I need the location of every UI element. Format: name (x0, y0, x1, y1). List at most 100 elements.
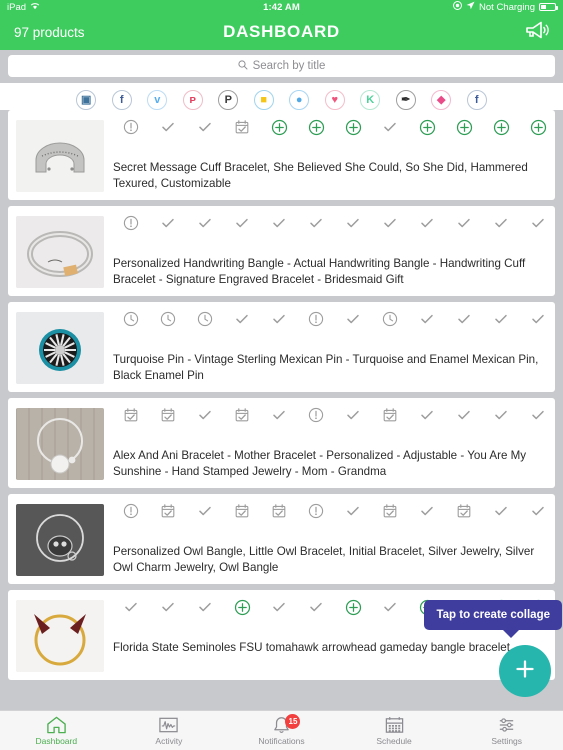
check-status-icon[interactable] (342, 404, 364, 426)
check-status-icon[interactable] (157, 116, 179, 138)
check-status-icon[interactable] (194, 116, 216, 138)
check-status-icon[interactable] (527, 308, 549, 330)
clock-status-icon[interactable] (157, 308, 179, 330)
product-card[interactable]: Secret Message Cuff Bracelet, She Believ… (8, 110, 555, 200)
check-status-icon[interactable] (379, 212, 401, 234)
check-status-icon[interactable] (416, 308, 438, 330)
plus-status-icon[interactable] (527, 116, 549, 138)
tab-activity[interactable]: Activity (113, 715, 226, 746)
calendar-status-icon[interactable] (379, 404, 401, 426)
tab-label: Settings (491, 736, 523, 746)
plus-status-icon[interactable] (490, 116, 512, 138)
check-status-icon[interactable] (527, 404, 549, 426)
calendar-status-icon[interactable] (157, 404, 179, 426)
check-status-icon[interactable] (490, 404, 512, 426)
calendar-status-icon[interactable] (453, 500, 475, 522)
warning-status-icon[interactable] (120, 116, 142, 138)
polyvore-icon[interactable]: P (218, 89, 239, 110)
check-status-icon[interactable] (194, 404, 216, 426)
check-status-icon[interactable] (231, 308, 253, 330)
check-status-icon[interactable] (490, 212, 512, 234)
check-status-icon[interactable] (194, 500, 216, 522)
warning-status-icon[interactable] (120, 212, 142, 234)
check-status-icon[interactable] (231, 212, 253, 234)
check-status-icon[interactable] (268, 212, 290, 234)
check-status-icon[interactable] (194, 212, 216, 234)
product-thumbnail[interactable] (16, 600, 104, 672)
check-status-icon[interactable] (268, 404, 290, 426)
plus-status-icon[interactable] (342, 116, 364, 138)
plus-status-icon[interactable] (268, 116, 290, 138)
calendar-status-icon[interactable] (268, 500, 290, 522)
facebook-icon[interactable]: f (111, 89, 132, 110)
clock-status-icon[interactable] (120, 308, 142, 330)
product-thumbnail[interactable] (16, 408, 104, 480)
clock-status-icon[interactable] (194, 308, 216, 330)
warning-status-icon[interactable] (305, 404, 327, 426)
calendar-status-icon[interactable] (379, 500, 401, 522)
product-thumbnail[interactable] (16, 504, 104, 576)
check-status-icon[interactable] (342, 212, 364, 234)
facebook-page-icon[interactable]: f (466, 89, 487, 110)
twitter-icon[interactable]: ᴠ (147, 89, 168, 110)
warning-status-icon[interactable] (120, 500, 142, 522)
calendar-status-icon[interactable] (231, 404, 253, 426)
create-collage-fab[interactable] (499, 645, 551, 697)
check-status-icon[interactable] (268, 596, 290, 618)
tab-schedule[interactable]: Schedule (338, 715, 451, 746)
search-input[interactable]: Search by title (8, 55, 555, 77)
plus-status-icon[interactable] (416, 116, 438, 138)
warning-status-icon[interactable] (305, 308, 327, 330)
plus-status-icon[interactable] (453, 116, 475, 138)
check-status-icon[interactable] (379, 116, 401, 138)
clock-status-icon[interactable] (379, 308, 401, 330)
kaboodle-icon[interactable]: K (360, 89, 381, 110)
check-status-icon[interactable] (527, 212, 549, 234)
check-status-icon[interactable] (268, 308, 290, 330)
product-card[interactable]: Turquoise Pin - Vintage Sterling Mexican… (8, 302, 555, 392)
flipboard-icon[interactable]: ■ (253, 89, 274, 110)
product-card[interactable]: Personalized Owl Bangle, Little Owl Brac… (8, 494, 555, 584)
tumblr-icon[interactable]: ✒ (395, 89, 416, 110)
product-thumbnail[interactable] (16, 216, 104, 288)
instagram-icon[interactable]: ▣ (76, 89, 97, 110)
tab-settings[interactable]: Settings (450, 715, 563, 746)
calendar-status-icon[interactable] (120, 404, 142, 426)
check-status-icon[interactable] (157, 596, 179, 618)
check-status-icon[interactable] (527, 500, 549, 522)
check-status-icon[interactable] (157, 212, 179, 234)
tab-notifications[interactable]: 15 Notifications (225, 714, 338, 746)
check-status-icon[interactable] (194, 596, 216, 618)
dribbble-icon[interactable]: ◆ (431, 89, 452, 110)
wanelo-icon[interactable]: ♥ (324, 89, 345, 110)
check-status-icon[interactable] (342, 308, 364, 330)
warning-status-icon[interactable] (305, 500, 327, 522)
check-status-icon[interactable] (305, 596, 327, 618)
check-status-icon[interactable] (416, 212, 438, 234)
product-thumbnail[interactable] (16, 120, 104, 192)
pinterest-icon[interactable]: ᴘ (182, 89, 203, 110)
check-status-icon[interactable] (379, 596, 401, 618)
check-status-icon[interactable] (490, 500, 512, 522)
check-status-icon[interactable] (453, 308, 475, 330)
check-status-icon[interactable] (453, 212, 475, 234)
check-status-icon[interactable] (453, 404, 475, 426)
calendar-status-icon[interactable] (157, 500, 179, 522)
plurk-icon[interactable]: ● (289, 89, 310, 110)
check-status-icon[interactable] (416, 404, 438, 426)
calendar-status-icon[interactable] (231, 500, 253, 522)
plus-status-icon[interactable] (231, 596, 253, 618)
announce-button[interactable] (523, 19, 549, 46)
product-card[interactable]: Alex And Ani Bracelet - Mother Bracelet … (8, 398, 555, 488)
check-status-icon[interactable] (120, 596, 142, 618)
check-status-icon[interactable] (342, 500, 364, 522)
check-status-icon[interactable] (490, 308, 512, 330)
check-status-icon[interactable] (416, 500, 438, 522)
check-status-icon[interactable] (305, 212, 327, 234)
product-thumbnail[interactable] (16, 312, 104, 384)
product-card[interactable]: Personalized Handwriting Bangle - Actual… (8, 206, 555, 296)
tab-dashboard[interactable]: Dashboard (0, 715, 113, 746)
calendar-status-icon[interactable] (231, 116, 253, 138)
plus-status-icon[interactable] (342, 596, 364, 618)
plus-status-icon[interactable] (305, 116, 327, 138)
